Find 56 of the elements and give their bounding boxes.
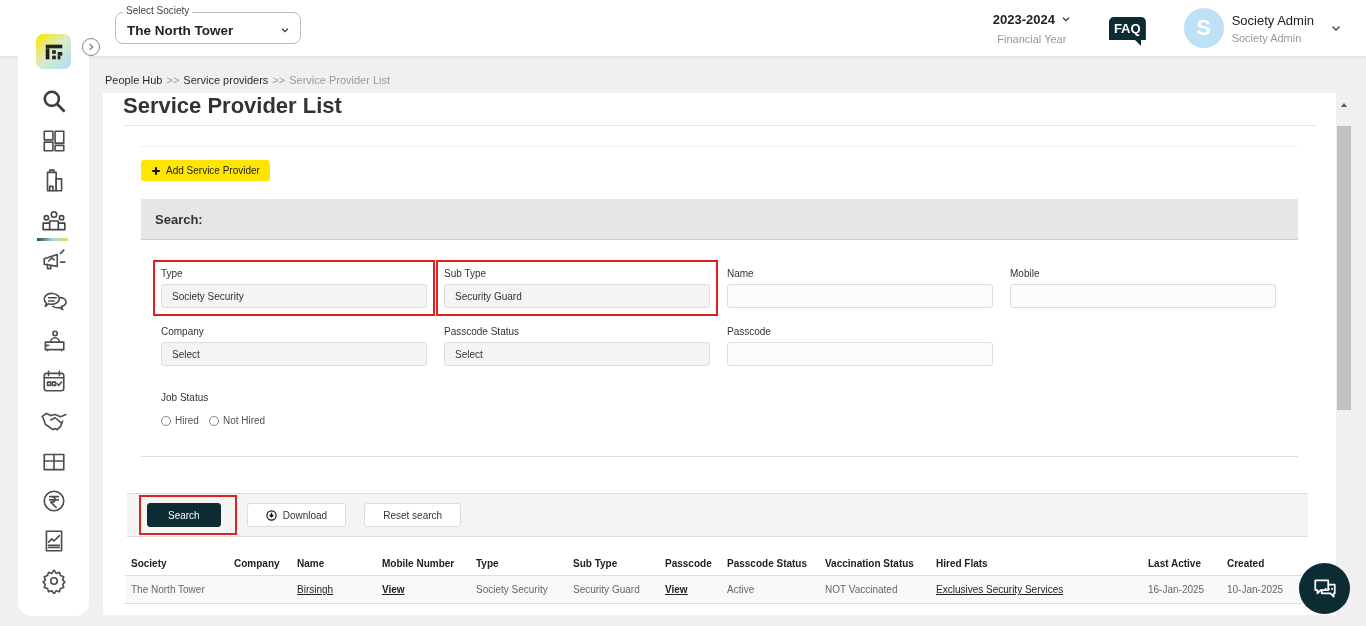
- action-button[interactable]: Download: [246, 503, 347, 527]
- calendar-icon: [40, 368, 67, 394]
- field-label: Name: [727, 268, 755, 279]
- year-dropdown[interactable]: 2023-2024: [992, 11, 1071, 27]
- table-cell: 10-Jan-2025: [1221, 576, 1302, 604]
- user-name: Society Admin: [1231, 12, 1314, 28]
- settings-icon: [40, 568, 67, 594]
- select-field[interactable]: Select: [444, 342, 710, 366]
- table-cell: The North Tower: [125, 576, 228, 604]
- breadcrumb-current: Service Provider List: [289, 74, 391, 86]
- table-cell: NOT Vaccinated: [819, 576, 930, 604]
- breadcrumb-link[interactable]: Service providers: [183, 74, 269, 86]
- table-link[interactable]: Birsingh: [291, 576, 376, 604]
- sidebar-toggle[interactable]: [82, 38, 100, 56]
- page-title: Service Provider List: [123, 93, 1316, 126]
- breadcrumb-separator: >>: [166, 74, 180, 86]
- radio-option[interactable]: Hired: [161, 415, 199, 426]
- breadcrumb-separator: >>: [272, 74, 286, 86]
- table-cell: Society Security: [470, 576, 567, 604]
- radio-option[interactable]: Not Hired: [208, 415, 266, 426]
- field-label: Type: [161, 268, 184, 279]
- field-label: Company: [161, 326, 205, 337]
- chevron-down-icon: [280, 25, 290, 35]
- user-role: Society Admin: [1231, 31, 1303, 44]
- dashboard-icon: [40, 128, 67, 154]
- rupee-icon: [40, 488, 67, 514]
- chevron-right-icon: [86, 42, 96, 52]
- table-cell: Security Guard: [567, 576, 659, 604]
- table-link[interactable]: View: [659, 576, 721, 604]
- action-button[interactable]: Reset search: [364, 503, 462, 527]
- field-label: Passcode Status: [444, 326, 521, 337]
- field-label: Job Status: [161, 392, 209, 403]
- select-field[interactable]: Select: [161, 342, 427, 366]
- plus-icon: [151, 165, 161, 176]
- year-caption: Financial Year: [997, 32, 1067, 45]
- input-field[interactable]: [727, 342, 993, 366]
- select-label: Select Society: [123, 5, 193, 16]
- table-cell: 16-Jan-2025: [1142, 576, 1221, 604]
- input-field[interactable]: [727, 284, 993, 308]
- select-field[interactable]: Society Security: [161, 284, 427, 308]
- search-panel-header: Search:: [141, 199, 1298, 240]
- select-field[interactable]: Security Guard: [444, 284, 710, 308]
- field-label: Sub Type: [444, 268, 488, 279]
- field-label: Passcode: [727, 326, 772, 337]
- chevron-down-icon: [1060, 14, 1071, 24]
- input-field[interactable]: [1010, 284, 1276, 308]
- table-link[interactable]: Exclusives Security Services: [930, 576, 1142, 604]
- app-logo[interactable]: [36, 34, 71, 69]
- add-provider-button[interactable]: Add Service Provider: [141, 160, 270, 181]
- table-cell: Active: [721, 576, 819, 604]
- table-link[interactable]: View: [376, 576, 470, 604]
- download-icon: [265, 509, 277, 521]
- action-button[interactable]: Search: [147, 503, 221, 527]
- field-label: Mobile: [1010, 268, 1041, 279]
- faq-button[interactable]: FAQ: [1108, 16, 1146, 46]
- breadcrumb-link[interactable]: People Hub: [105, 74, 163, 86]
